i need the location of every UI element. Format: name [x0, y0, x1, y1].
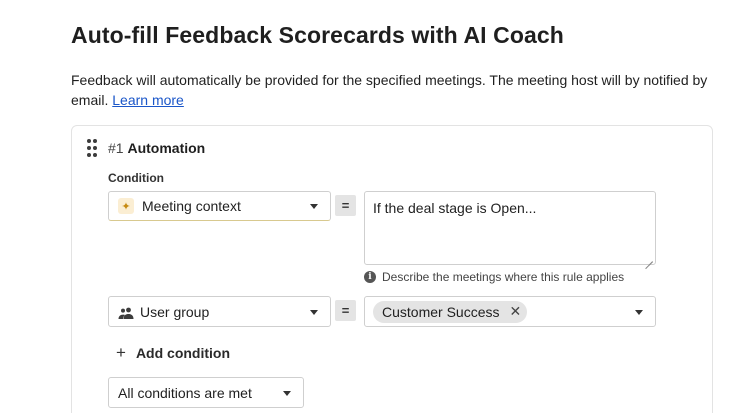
- meeting-context-textarea[interactable]: If the deal stage is Open...: [364, 191, 656, 265]
- operator-equals: =: [335, 195, 356, 216]
- chip-label: Customer Success: [382, 303, 500, 320]
- chevron-down-icon: [283, 390, 291, 396]
- chevron-down-icon: [310, 309, 318, 315]
- page-title: Auto-fill Feedback Scorecards with AI Co…: [71, 22, 564, 48]
- textarea-value: If the deal stage is Open...: [373, 200, 537, 216]
- automation-name: Automation: [127, 140, 206, 156]
- meeting-context-select[interactable]: ✦ Meeting context: [108, 191, 331, 221]
- select-value: User group: [140, 303, 210, 320]
- drag-handle-icon[interactable]: [87, 139, 97, 157]
- plus-icon: +: [116, 343, 126, 362]
- add-condition-label: Add condition: [135, 345, 231, 361]
- select-value: Meeting context: [142, 198, 241, 214]
- people-icon: [118, 306, 134, 319]
- automation-number: #1: [108, 140, 124, 156]
- page-description: Feedback will automatically be provided …: [71, 70, 721, 110]
- user-group-select[interactable]: User group: [108, 296, 331, 327]
- hint-text: Describe the meetings where this rule ap…: [382, 270, 625, 284]
- add-condition-button[interactable]: + Add condition: [116, 343, 230, 363]
- condition-hint: i Describe the meetings where this rule …: [364, 270, 624, 284]
- learn-more-link[interactable]: Learn more: [112, 92, 184, 108]
- condition-label: Condition: [108, 171, 164, 185]
- user-group-multiselect[interactable]: Customer Success ✕: [364, 296, 656, 327]
- info-icon: i: [364, 271, 376, 283]
- automation-card: #1 Automation Condition ✦ Meeting contex…: [71, 125, 713, 413]
- match-mode-select[interactable]: All conditions are met: [108, 377, 304, 408]
- resize-handle-icon[interactable]: [645, 254, 653, 262]
- select-value: All conditions are met: [118, 384, 252, 401]
- chevron-down-icon: [635, 309, 643, 315]
- operator-equals: =: [335, 300, 356, 321]
- selected-chip: Customer Success ✕: [373, 300, 528, 323]
- sparkle-icon: ✦: [118, 198, 134, 214]
- automation-title: #1 Automation: [108, 140, 205, 156]
- close-icon[interactable]: ✕: [509, 303, 521, 320]
- chevron-down-icon: [310, 204, 318, 209]
